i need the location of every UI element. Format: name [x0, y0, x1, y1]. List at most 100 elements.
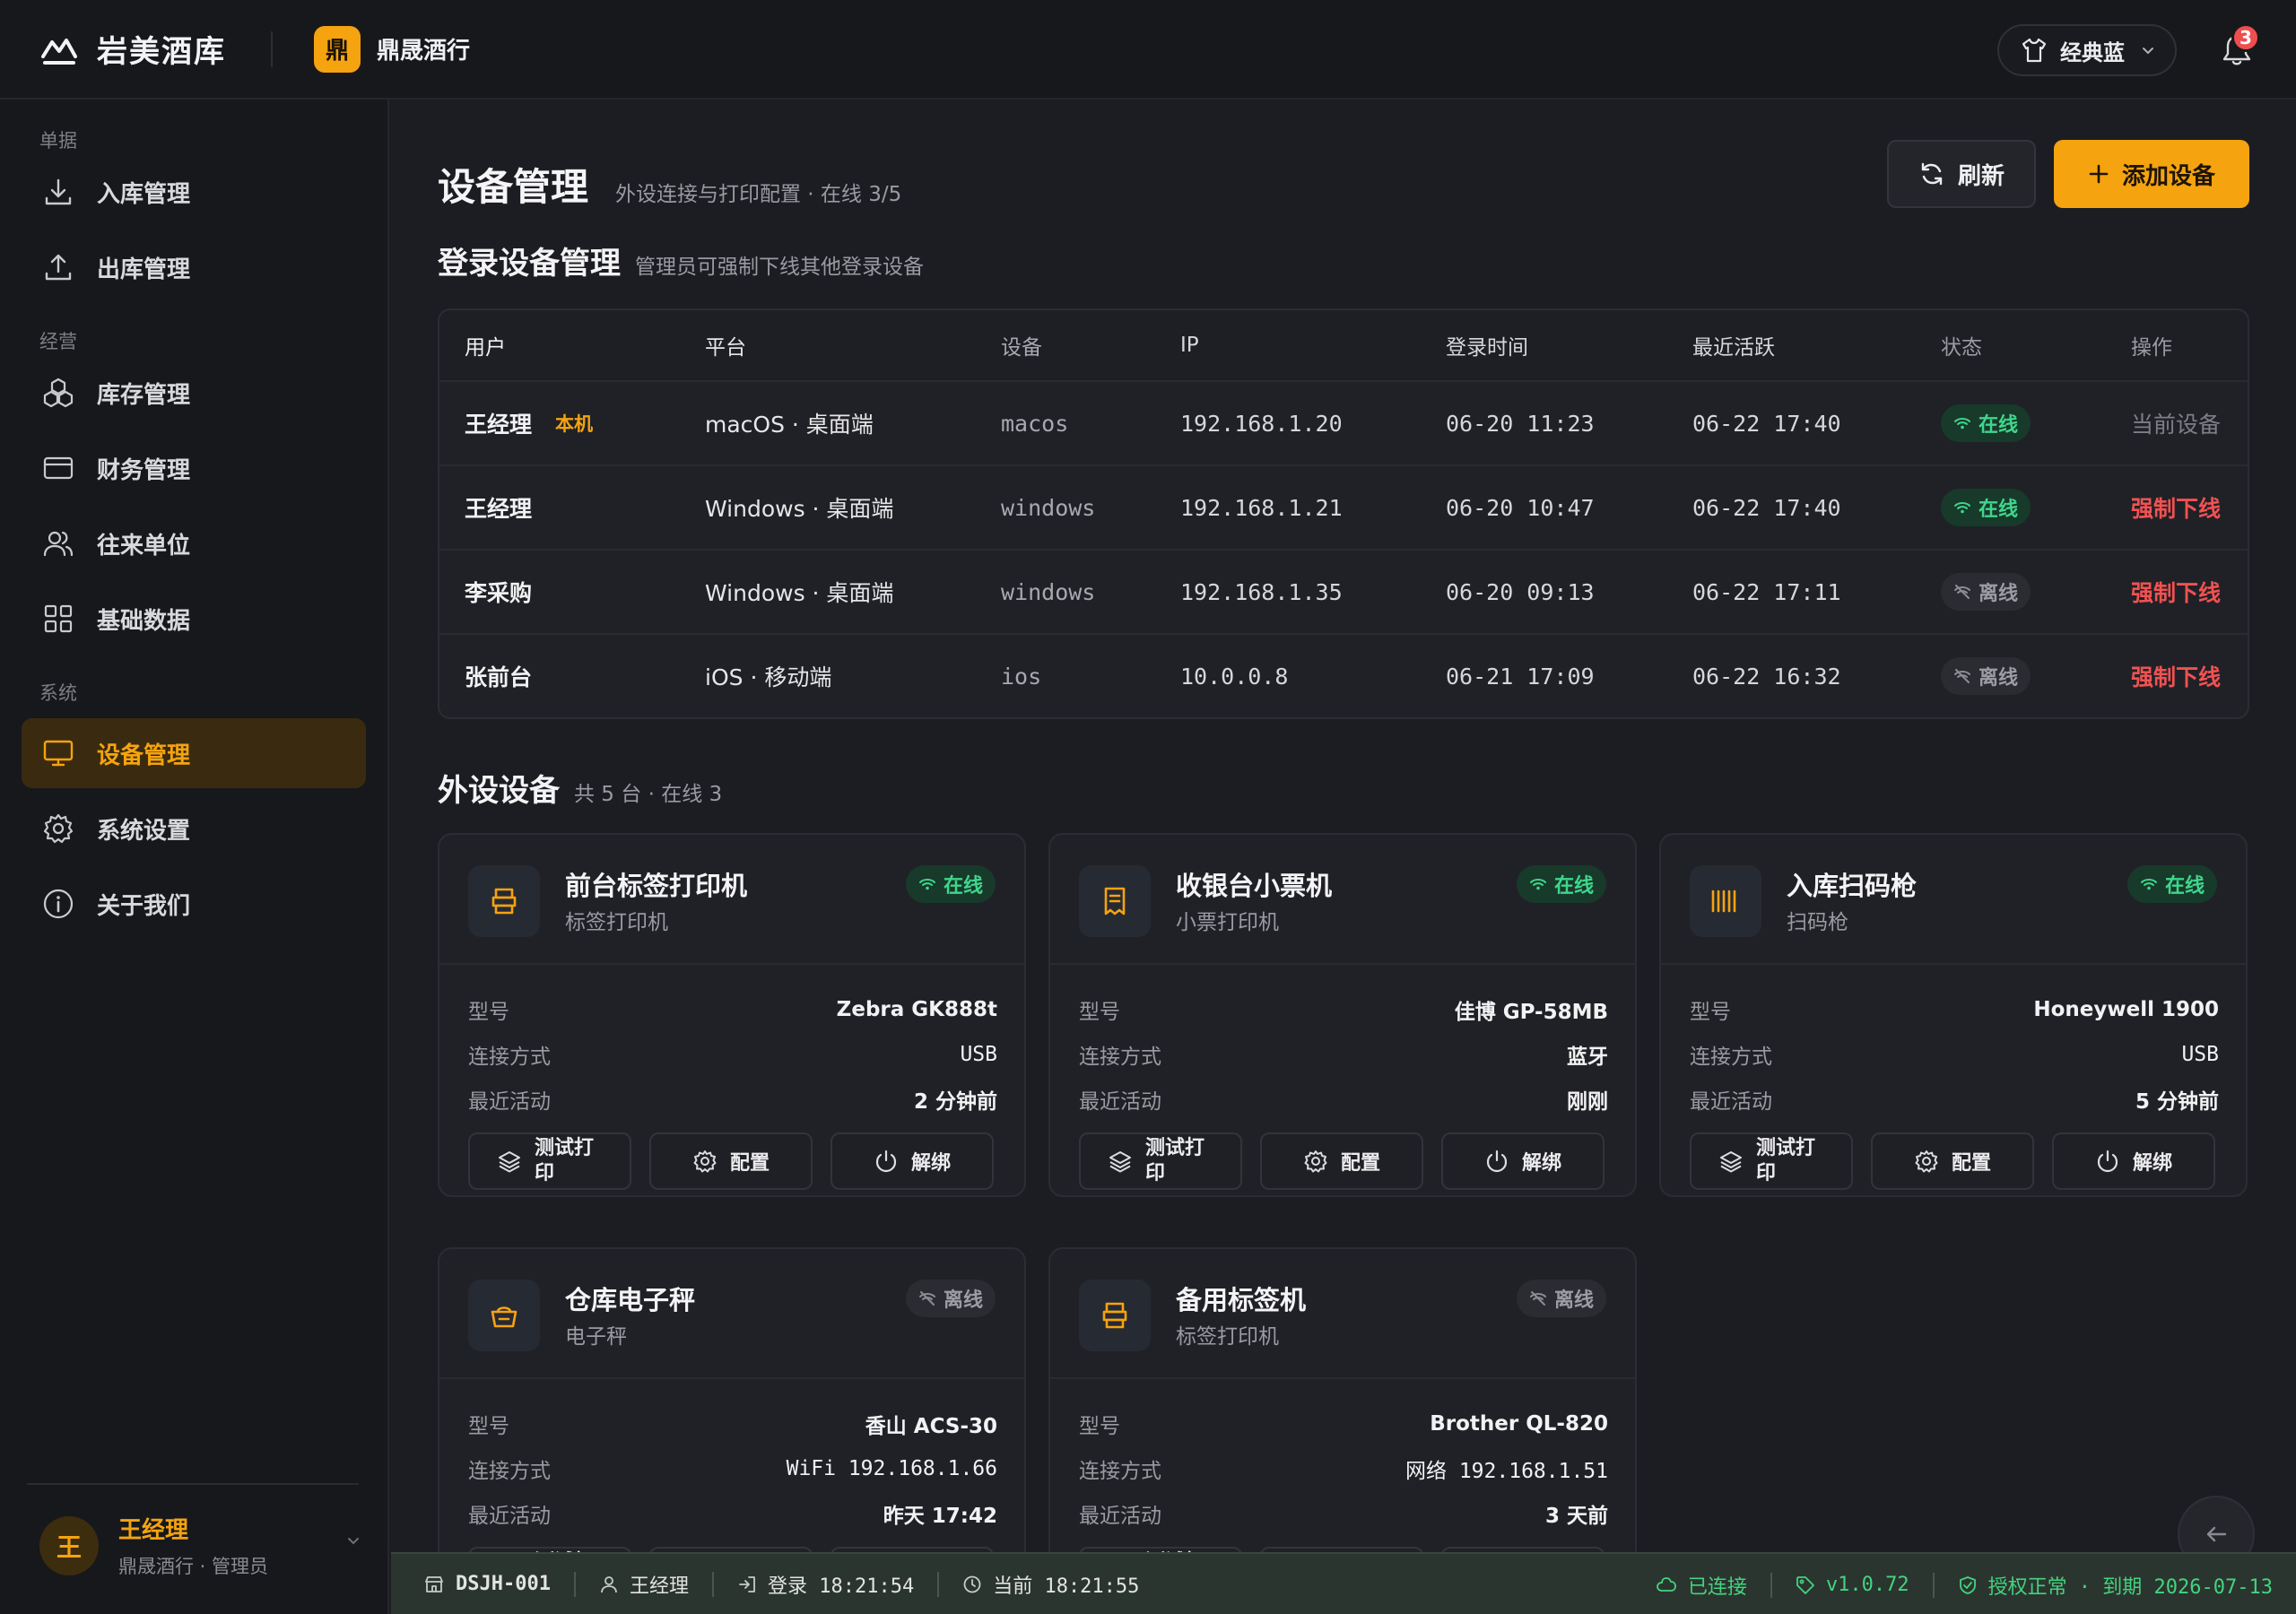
chevron-down-icon [2143, 48, 2153, 55]
test-print-button[interactable]: 测试打印 [1079, 1132, 1242, 1190]
top-bar: 岩美酒库 鼎 鼎晟酒行 [0, 0, 2296, 100]
barcode-icon [1711, 889, 1736, 913]
device-last-active-row: 最近活动 3 天前 [1079, 1505, 1608, 1528]
grid-icon [44, 604, 73, 633]
test-print-button[interactable]: 测试打印 [468, 1132, 631, 1190]
sidebar-item-label: 入库管理 [97, 180, 191, 208]
force-logout-button[interactable]: 强制下线 [2131, 551, 2221, 633]
label-printer-icon [491, 888, 517, 915]
status-badge: 离线 [1941, 573, 2031, 611]
session-device: macos [1001, 410, 1069, 437]
shop-badge: 鼎 [314, 25, 361, 73]
device-name: 收银台小票机 [1176, 871, 1333, 901]
device-model-row: 型号 Honeywell 1900 [1690, 998, 2219, 1024]
sidebar-divider [27, 1483, 359, 1485]
session-login-time: 06-21 17:09 [1446, 663, 1595, 690]
config-button[interactable]: 配置 [1260, 1132, 1423, 1190]
status-badge: 在线 [905, 865, 996, 903]
device-model-row: 型号 佳博 GP-58MB [1079, 1001, 1608, 1024]
sidebar-item-label: 设备管理 [97, 742, 191, 769]
power-icon [1486, 1150, 1508, 1173]
sidebar-item-finance[interactable]: 财务管理 [22, 433, 366, 503]
unbind-button[interactable]: 解绑 [831, 1132, 994, 1190]
device-card: 入库扫码枪 扫码枪 在线 型号 Honeywell 1900 连接方式 USB 最近活动 5 分… [1659, 833, 2248, 1197]
session-user: 张前台 [465, 664, 533, 690]
sidebar-item-inbound[interactable]: 入库管理 [22, 157, 366, 227]
device-name: 前台标签打印机 [565, 871, 748, 901]
user-card[interactable]: 王 王经理 鼎晟酒行 · 管理员 [39, 1512, 362, 1579]
theme-selector[interactable]: 经典蓝 [1997, 24, 2177, 76]
sidebar-item-partners[interactable]: 往来单位 [22, 508, 366, 578]
receipt-icon [1104, 887, 1126, 915]
session-login-time: 06-20 11:23 [1446, 410, 1595, 437]
unbind-button[interactable]: 解绑 [1441, 1132, 1605, 1190]
brand-logo-icon [41, 38, 77, 65]
device-last-active-row: 最近活动 昨天 17:42 [468, 1505, 997, 1528]
config-button[interactable]: 配置 [1871, 1132, 2034, 1190]
sidebar-item-inventory[interactable]: 库存管理 [22, 358, 366, 428]
sidebar-item-outbound[interactable]: 出库管理 [22, 232, 366, 302]
sidebar-item-devices[interactable]: 设备管理 [22, 718, 366, 788]
layers-icon [1109, 1151, 1131, 1173]
device-last-active-row: 最近活动 5 分钟前 [1690, 1090, 2219, 1114]
device-model-row: 型号 香山 ACS-30 [468, 1415, 997, 1438]
force-logout-button[interactable]: 强制下线 [2131, 466, 2221, 549]
sidebar-item-label: 系统设置 [97, 817, 191, 845]
device-icon-tile [1079, 865, 1151, 937]
session-status: 在线 [1941, 466, 2031, 549]
info-icon [43, 889, 74, 919]
test-print-button[interactable]: 测试打印 [1690, 1132, 1853, 1190]
sidebar-item-label: 库存管理 [97, 381, 191, 409]
device-type: 标签打印机 [1176, 1325, 1279, 1349]
session-platform: iOS · 移动端 [705, 664, 832, 690]
table-header-row: 用户 平台 设备 IP 登录时间 最近活跃 状态 操作 [439, 310, 2248, 380]
scale-icon [491, 1306, 517, 1328]
peripherals-subtitle: 共 5 台 · 在线 3 [574, 783, 723, 806]
layers-icon [1720, 1151, 1742, 1173]
session-ip: 10.0.0.8 [1180, 663, 1289, 690]
wifi-icon [1954, 502, 1970, 514]
session-status: 在线 [1941, 382, 2031, 464]
status-badge: 离线 [905, 1280, 996, 1317]
device-name: 备用标签机 [1176, 1285, 1307, 1315]
table-row: 王经理 Windows · 桌面端 windows 192.168.1.21 06-20… [439, 464, 2248, 549]
status-badge: 在线 [1941, 404, 2031, 442]
unbind-button[interactable]: 解绑 [2052, 1132, 2215, 1190]
wifi-off-icon [1954, 585, 1970, 599]
local-device-tag: 本机 [555, 413, 594, 435]
notification-badge: 3 [2231, 23, 2260, 52]
device-last-active-row: 最近活动 2 分钟前 [468, 1090, 997, 1114]
config-button[interactable]: 配置 [649, 1132, 813, 1190]
column-header: 登录时间 [1446, 336, 1528, 360]
session-last-active: 06-22 17:40 [1692, 494, 1841, 521]
wifi-off-icon [918, 1291, 935, 1306]
table-row: 王经理 本机 macOS · 桌面端 macos 192.168.1.20 06-20 1… [439, 380, 2248, 464]
terminal-id: DSJH-001 [423, 1553, 551, 1614]
power-icon [875, 1150, 897, 1173]
app-name: 岩美酒库 [97, 34, 226, 70]
table-row: 张前台 iOS · 移动端 ios 10.0.0.8 06-21 17:09 06-22 … [439, 633, 2248, 717]
add-device-button[interactable]: 添加设备 [2054, 140, 2249, 208]
refresh-button[interactable]: 刷新 [1887, 140, 2036, 208]
sidebar-item-label: 基础数据 [97, 607, 191, 635]
gear-icon [43, 813, 74, 844]
download-icon [45, 178, 72, 205]
brand[interactable]: 岩美酒库 [39, 27, 226, 71]
current-time: 当前 18:21:55 [962, 1553, 1139, 1614]
column-header: 用户 [465, 336, 506, 360]
boxes-icon [43, 377, 74, 408]
sidebar-item-basedata[interactable]: 基础数据 [22, 584, 366, 654]
sidebar-item-about[interactable]: 关于我们 [22, 869, 366, 939]
sessions-subtitle: 管理员可强制下线其他登录设备 [635, 256, 924, 279]
session-platform: Windows · 桌面端 [705, 496, 894, 522]
card-divider [439, 963, 1024, 965]
sidebar-item-settings[interactable]: 系统设置 [22, 794, 366, 863]
session-ip: 192.168.1.20 [1180, 410, 1343, 437]
device-connection-row: 连接方式 WiFi 192.168.1.66 [468, 1457, 997, 1483]
device-connection-row: 连接方式 USB [1690, 1043, 2219, 1069]
theme-label: 经典蓝 [2060, 39, 2125, 65]
shop-switcher[interactable]: 鼎 鼎晟酒行 [314, 25, 470, 73]
sidebar-group-label: 单据 [39, 130, 77, 152]
user-icon [601, 1575, 617, 1592]
force-logout-button[interactable]: 强制下线 [2131, 635, 2221, 717]
